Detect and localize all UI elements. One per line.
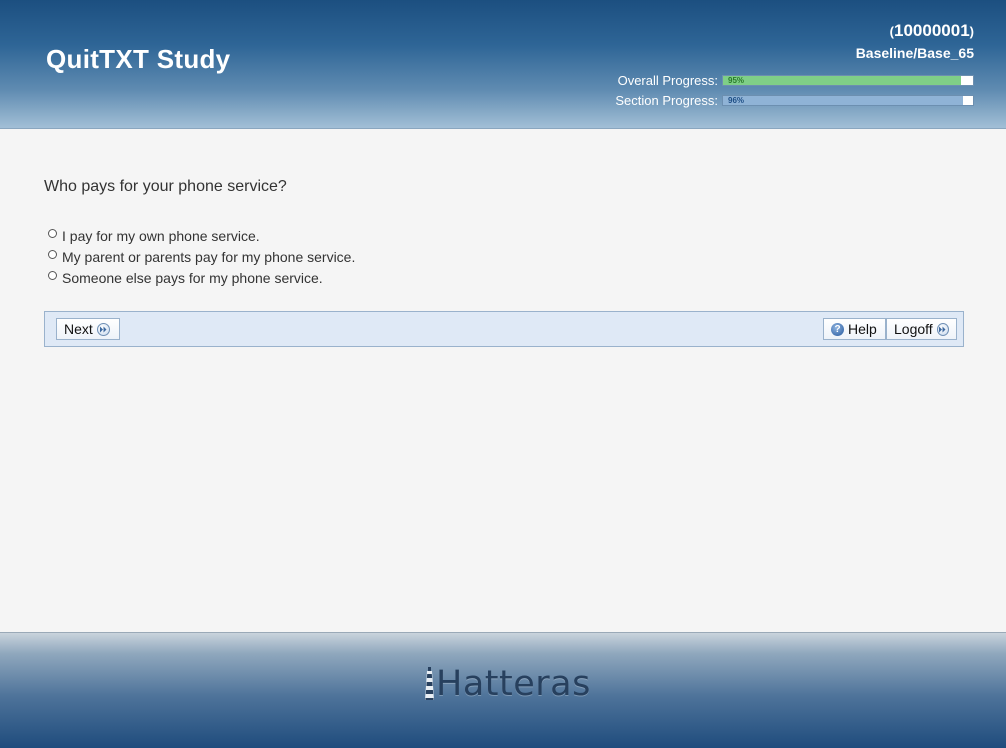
overall-progress-fill <box>723 75 961 85</box>
option-label: My parent or parents pay for my phone se… <box>62 248 356 265</box>
participant-id-line: (10000001) <box>856 20 974 43</box>
answer-options: I pay for my own phone service. My paren… <box>48 225 355 288</box>
participant-id: 10000001 <box>894 21 970 40</box>
double-arrow-right-icon <box>96 322 110 336</box>
section-progress-fill <box>723 95 963 105</box>
app-title: QuitTXT Study <box>46 44 231 74</box>
section-progress: Section Progress: 96% <box>615 92 974 108</box>
participant-id-close-paren: ) <box>969 24 974 39</box>
option-own-service[interactable]: I pay for my own phone service. <box>48 225 355 246</box>
help-button-label: Help <box>848 321 877 337</box>
logoff-button[interactable]: Logoff <box>886 318 957 340</box>
hatteras-logo: Hatteras <box>424 664 594 704</box>
radio-button[interactable] <box>48 271 57 280</box>
next-button-label: Next <box>64 321 93 337</box>
option-parent-pays[interactable]: My parent or parents pay for my phone se… <box>48 246 355 267</box>
option-label: Someone else pays for my phone service. <box>62 269 323 286</box>
next-button[interactable]: Next <box>56 318 120 340</box>
question-mark-icon: ? <box>831 322 844 336</box>
section-progress-label: Section Progress: <box>615 92 718 108</box>
option-someone-else-pays[interactable]: Someone else pays for my phone service. <box>48 267 355 288</box>
navigation-bar: Next ? Help Logoff <box>44 311 964 347</box>
radio-button[interactable] <box>48 250 57 259</box>
radio-button[interactable] <box>48 229 57 238</box>
participant-info: (10000001) Baseline/Base_65 <box>856 20 974 62</box>
section-progress-bar: 96% <box>722 94 974 106</box>
option-label: I pay for my own phone service. <box>62 227 260 244</box>
question-text: Who pays for your phone service? <box>44 178 287 195</box>
logo-text: Hatteras <box>436 664 591 704</box>
overall-progress: Overall Progress: 95% <box>617 72 974 88</box>
overall-progress-bar: 95% <box>722 74 974 86</box>
overall-progress-label: Overall Progress: <box>617 72 718 88</box>
lighthouse-icon <box>425 667 434 700</box>
double-arrow-right-icon <box>936 322 949 336</box>
page-header: QuitTXT Study (10000001) Baseline/Base_6… <box>0 0 1006 129</box>
section-progress-percent: 96% <box>728 95 745 105</box>
help-button[interactable]: ? Help <box>823 318 886 340</box>
visit-name: Baseline/Base_65 <box>855 45 974 61</box>
overall-progress-percent: 95% <box>728 75 745 85</box>
logoff-button-label: Logoff <box>894 321 933 337</box>
